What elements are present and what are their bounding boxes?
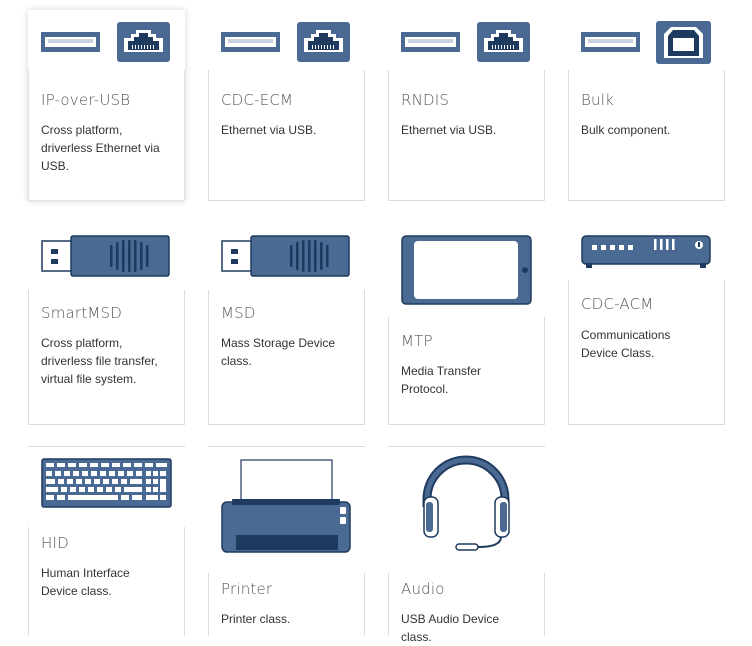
usb-ethernet-icon [28,10,185,70]
card-title: HID [41,534,69,552]
card-description: Media Transfer Protocol. [401,364,482,396]
usb-stick-icon [208,222,365,290]
card-description: Cross platform, driverless file transfer… [41,336,158,386]
card-title: MTP [401,332,433,350]
card-printer[interactable]: Printer Printer class. [208,446,365,636]
usb-stick-icon [28,222,185,290]
card-description: Human Interface Device class. [41,566,130,598]
usb-ethernet-icon [208,10,365,70]
card-ip-over-usb[interactable]: IP-over-USB Cross platform, driverless E… [28,10,185,201]
card-cdc-acm[interactable]: CDC-ACM Communications Device Class. [568,222,725,425]
card-description: Bulk component. [581,123,671,137]
card-title: CDC-ECM [221,91,294,109]
usb-ethernet-icon [388,10,545,70]
card-description: USB Audio Device class. [401,612,500,644]
card-description: Mass Storage Device class. [221,336,336,368]
headset-icon [388,447,545,573]
card-title: IP-over-USB [41,91,131,109]
card-description: Ethernet via USB. [401,123,497,137]
card-smartmsd[interactable]: SmartMSD Cross platform, driverless file… [28,222,185,425]
card-cdc-ecm[interactable]: CDC-ECM Ethernet via USB. [208,10,365,201]
keyboard-icon [28,447,185,527]
card-title: SmartMSD [41,304,122,322]
card-title: Audio [401,580,445,598]
card-title: Bulk [581,91,614,109]
card-title: MSD [221,304,256,322]
tablet-icon [388,222,545,317]
card-description: Cross platform, driverless Ethernet via … [41,123,160,173]
usb-b-connector-icon [568,10,725,70]
card-description: Ethernet via USB. [221,123,317,137]
card-msd[interactable]: MSD Mass Storage Device class. [208,222,365,425]
card-mtp[interactable]: MTP Media Transfer Protocol. [388,222,545,425]
card-description: Printer class. [221,612,291,626]
card-rndis[interactable]: RNDIS Ethernet via USB. [388,10,545,201]
card-title: Printer [221,580,273,598]
card-bulk[interactable]: Bulk Bulk component. [568,10,725,201]
card-title: CDC-ACM [581,295,654,313]
modem-icon [568,222,725,280]
printer-icon [208,447,365,573]
card-hid[interactable]: HID Human Interface Device class. [28,446,185,636]
card-description: Communications Device Class. [581,328,671,360]
card-audio[interactable]: Audio USB Audio Device class. [388,446,545,644]
card-title: RNDIS [401,91,450,109]
